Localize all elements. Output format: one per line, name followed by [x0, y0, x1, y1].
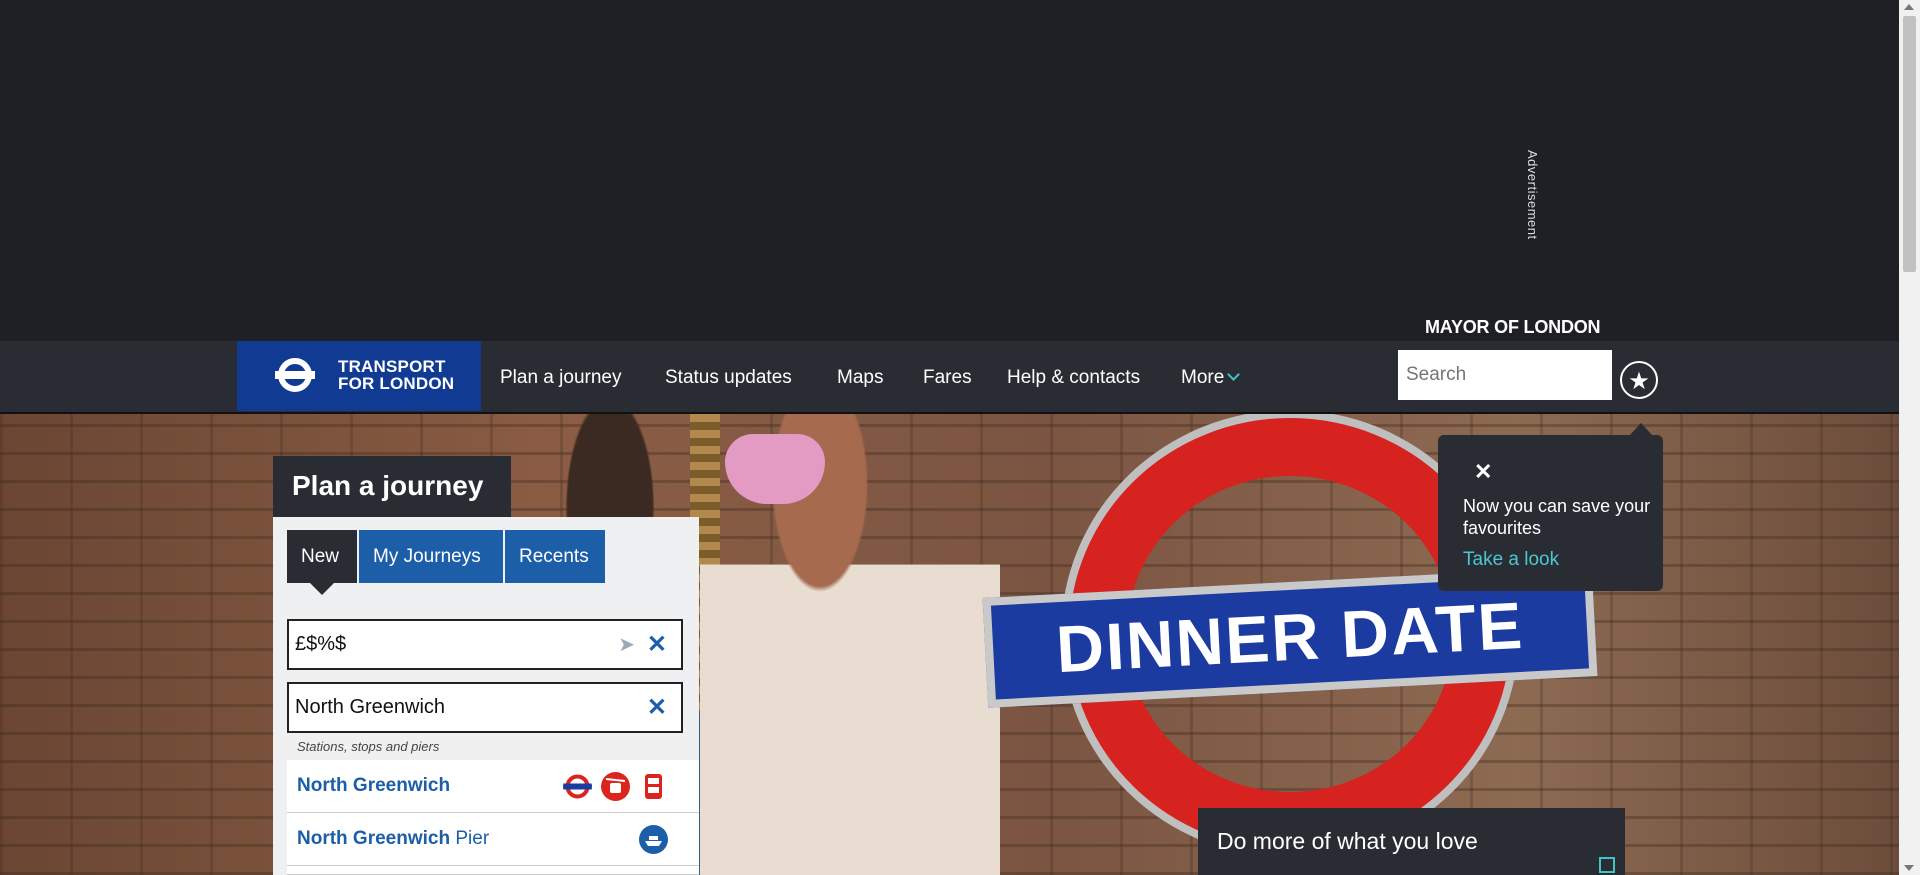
roundel-icon	[275, 358, 315, 392]
nav-plan-a-journey[interactable]: Plan a journey	[500, 367, 621, 389]
location-arrow-icon[interactable]: ➤	[618, 632, 635, 657]
logo-text: TRANSPORT FOR LONDON	[338, 358, 454, 392]
scroll-thumb[interactable]	[1903, 16, 1916, 272]
take-a-look-link[interactable]: Take a look	[1463, 549, 1559, 571]
promo-text: Do more of what you love	[1217, 828, 1478, 854]
scroll-up-arrow-icon[interactable]	[1904, 4, 1914, 10]
tab-new[interactable]: New	[287, 530, 357, 583]
favourites-tooltip: ✕ Now you can save your favourites Take …	[1438, 435, 1663, 591]
river-boat-icon	[639, 825, 668, 854]
suggestion-item[interactable]	[287, 866, 699, 875]
cable-car-icon	[601, 772, 630, 801]
bus-icon	[645, 774, 662, 799]
hero-face-mask	[725, 434, 825, 504]
from-field-value: £$%$	[295, 633, 347, 655]
tab-active-indicator	[310, 583, 334, 595]
suggestion-name-main: North Greenwich	[297, 775, 451, 796]
suggestion-item[interactable]: North Greenwich Pier	[287, 813, 699, 866]
to-field[interactable]: North Greenwich ✕	[287, 682, 683, 733]
chevron-down-icon	[1227, 368, 1241, 381]
favourites-star-icon[interactable]: ★	[1620, 361, 1658, 399]
suggestion-item[interactable]: North Greenwich	[287, 760, 699, 813]
suggestion-name-suffix: Pier	[450, 828, 490, 849]
clear-to-icon[interactable]: ✕	[647, 693, 667, 722]
plan-journey-title: Plan a journey	[292, 470, 484, 501]
search-input[interactable]	[1398, 350, 1612, 400]
promo-banner[interactable]: Do more of what you love	[1198, 808, 1625, 875]
plan-journey-header: Plan a journey	[273, 456, 511, 517]
from-field[interactable]: £$%$ ➤ ✕	[287, 619, 683, 670]
tab-my-journeys[interactable]: My Journeys	[359, 530, 503, 583]
tube-icon	[563, 774, 592, 799]
suggestions-heading: Stations, stops and piers	[273, 734, 699, 760]
close-icon[interactable]: ✕	[1474, 459, 1492, 485]
suggestion-name: North Greenwich	[297, 775, 450, 797]
nav-help-contacts[interactable]: Help & contacts	[1007, 367, 1140, 389]
nav-more[interactable]: More	[1181, 367, 1241, 389]
scrollbar[interactable]	[1899, 0, 1920, 875]
suggestion-name-main: North Greenwich	[297, 828, 451, 849]
nav-maps[interactable]: Maps	[837, 367, 883, 389]
suggestions-heading-text: Stations, stops and piers	[297, 739, 440, 754]
nav-fares[interactable]: Fares	[923, 367, 972, 389]
external-link-icon	[1599, 857, 1615, 873]
nav-status-updates[interactable]: Status updates	[665, 367, 792, 389]
advertisement-label: Advertisement	[1525, 150, 1540, 240]
logo-line-2: FOR LONDON	[338, 374, 455, 393]
logo-line-1: TRANSPORT	[338, 357, 446, 376]
advertisement-area: Advertisement	[0, 0, 1899, 341]
nav-more-label: More	[1181, 367, 1225, 388]
suggestion-name: North Greenwich Pier	[297, 828, 489, 850]
clear-from-icon[interactable]: ✕	[647, 630, 667, 659]
tfl-logo[interactable]: TRANSPORT FOR LONDON	[237, 341, 481, 411]
tooltip-message: Now you can save your favourites	[1463, 496, 1651, 538]
scroll-down-arrow-icon[interactable]	[1904, 865, 1914, 871]
to-field-value: North Greenwich	[295, 696, 446, 718]
plan-journey-panel: New My Journeys Recents £$%$ ➤ ✕ North G…	[273, 517, 699, 875]
mayor-of-london-logo[interactable]: MAYOR OF LONDON	[1425, 317, 1601, 338]
tab-recents[interactable]: Recents	[505, 530, 605, 583]
tooltip-arrow	[1630, 423, 1652, 435]
hero-sign-text: DINNER DATE	[1054, 587, 1526, 687]
